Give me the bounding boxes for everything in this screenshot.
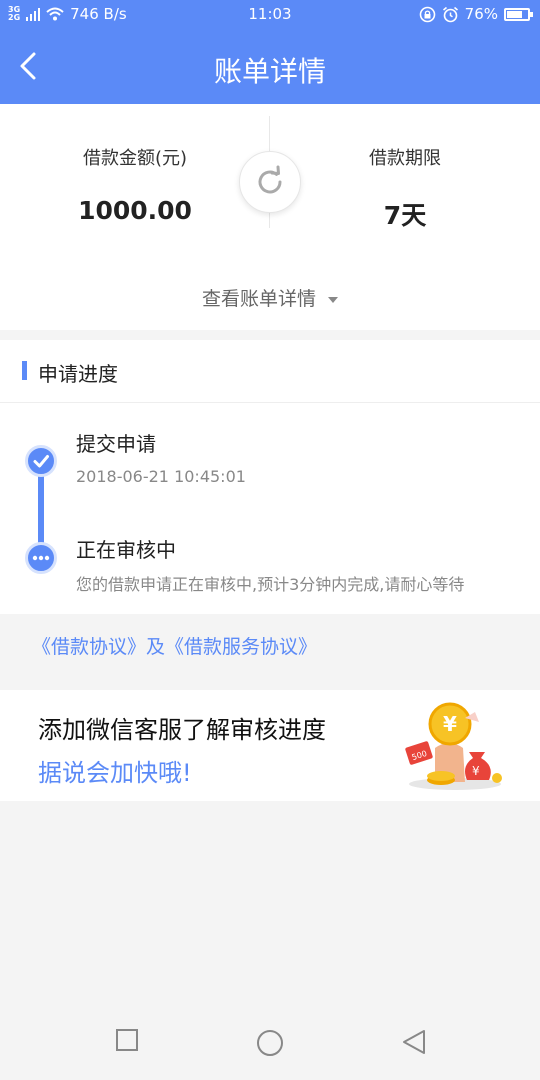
application-progress-card: 申请进度 提交申请 2018-06-21 10:45:01 正在审核中 您的借款…	[0, 340, 540, 614]
loan-amount-value: 1000.00	[78, 196, 192, 225]
wechat-service-banner[interactable]: 添加微信客服了解审核进度 据说会加快哦! 500 ¥ ¥	[0, 690, 540, 801]
rotation-lock-icon	[419, 6, 435, 22]
battery-icon	[504, 7, 533, 21]
battery-percent: 76%	[464, 5, 498, 23]
status-right: 76%	[419, 5, 533, 23]
view-bill-details-toggle[interactable]: 查看账单详情	[0, 284, 540, 311]
refresh-button[interactable]	[239, 151, 301, 213]
step-subtitle: 2018-06-21 10:45:01	[76, 467, 246, 486]
alarm-icon	[442, 6, 458, 22]
more-dots-icon	[32, 555, 50, 561]
wechat-banner-subtitle: 据说会加快哦!	[38, 759, 192, 787]
loan-term-block: 借款期限 7天	[270, 144, 540, 232]
view-bill-details-label: 查看账单详情	[201, 288, 316, 310]
top-nav-bar: 账单详情	[0, 28, 540, 104]
loan-summary-card: 借款金额(元) 1000.00 借款期限 7天 查看账单详情	[0, 104, 540, 330]
check-icon	[33, 455, 49, 468]
section-accent-bar	[22, 361, 27, 380]
recent-apps-button[interactable]	[115, 1028, 139, 1056]
triangle-back-icon	[403, 1030, 425, 1054]
timeline-dot-reviewing	[25, 542, 57, 574]
progress-title: 申请进度	[38, 362, 118, 386]
wechat-banner-title: 添加微信客服了解审核进度	[38, 716, 326, 744]
loan-amount-label: 借款金额(元)	[82, 148, 188, 169]
money-illustration-graphic: 500 ¥ ¥	[405, 702, 502, 790]
progress-header: 申请进度	[0, 340, 540, 403]
bag-symbol: ¥	[472, 764, 480, 778]
loan-amount-block: 借款金额(元) 1000.00	[0, 144, 270, 225]
battery-fill	[507, 10, 522, 18]
circle-icon	[257, 1030, 283, 1056]
loan-agreements-link[interactable]: 《借款协议》及《借款服务协议》	[32, 632, 317, 659]
system-navigation-bar	[0, 1000, 540, 1080]
step-title: 正在审核中	[76, 538, 176, 562]
timeline-dot-submitted	[25, 445, 57, 477]
step-subtitle: 您的借款申请正在审核中,预计3分钟内完成,请耐心等待	[76, 575, 465, 594]
loan-term-value: 7天	[383, 201, 427, 230]
coin-symbol: ¥	[443, 712, 457, 736]
page-title: 账单详情	[213, 55, 326, 88]
refresh-icon	[258, 165, 282, 194]
square-icon	[116, 1029, 138, 1051]
home-button[interactable]	[255, 1028, 285, 1062]
status-bar: 3G 2G 746 B/s 11:03 76%	[0, 0, 540, 28]
system-back-button[interactable]	[400, 1028, 428, 1060]
step-title: 提交申请	[76, 432, 156, 456]
money-illustration: 500 ¥ ¥	[405, 698, 505, 794]
loan-term-label: 借款期限	[369, 148, 441, 169]
caret-down-icon	[328, 296, 338, 303]
